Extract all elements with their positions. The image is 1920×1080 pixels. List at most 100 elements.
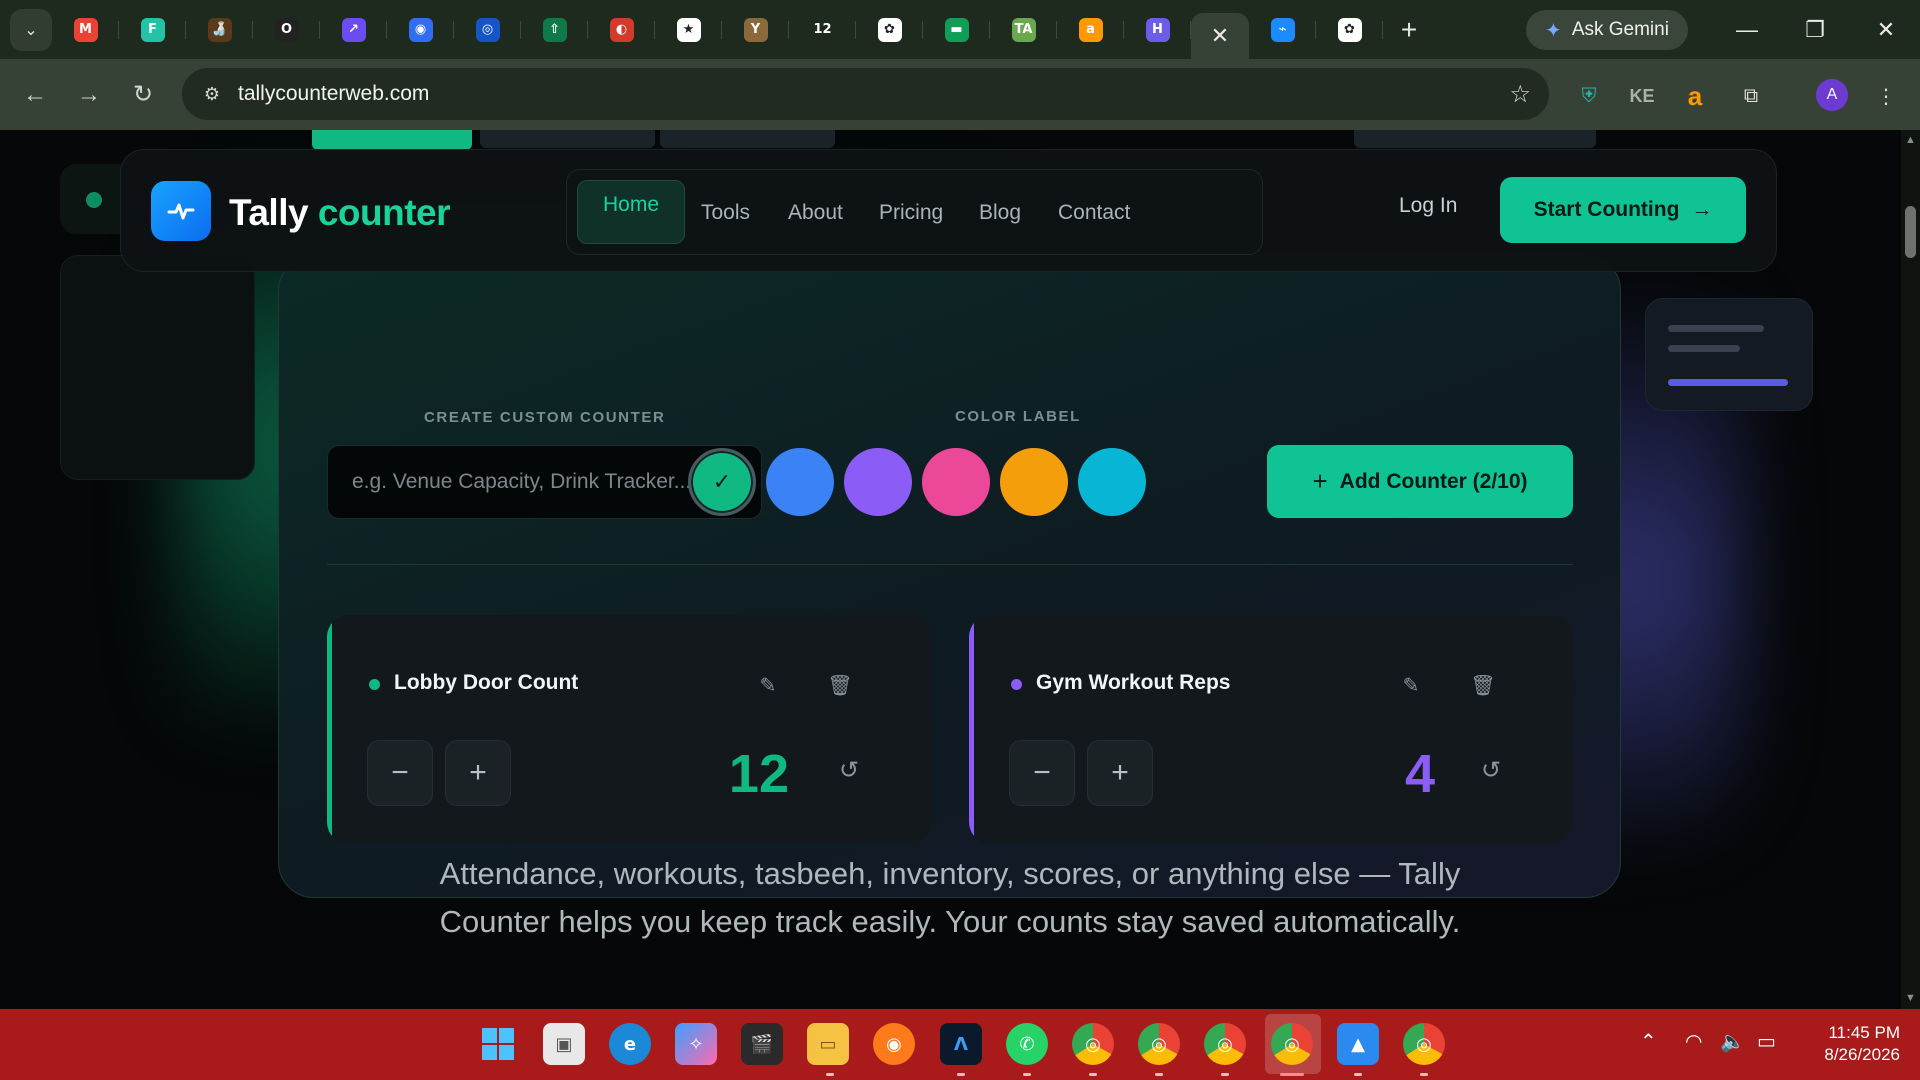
chrome-profile-icon[interactable]: ◎ (1204, 1023, 1246, 1065)
increment-button[interactable]: + (445, 740, 511, 806)
tab-search-button[interactable]: ⌄ (10, 8, 52, 51)
start-counting-button[interactable]: Start Counting → (1500, 177, 1746, 243)
color-swatch[interactable] (1000, 448, 1068, 516)
decrement-button[interactable]: − (367, 740, 433, 806)
chrome-profile-icon[interactable]: ◎ (1403, 1023, 1445, 1065)
add-counter-label: Add Counter (2/10) (1339, 469, 1528, 493)
running-indicator (1023, 1073, 1031, 1076)
profile-avatar[interactable]: A (1816, 79, 1848, 111)
browser-tab[interactable]: ◐ (588, 7, 655, 53)
back-arrow-icon: ← (23, 80, 47, 108)
page-scrollbar[interactable]: ▲ ▼ (1901, 130, 1920, 1009)
windows-start-icon[interactable] (477, 1023, 519, 1065)
reset-icon[interactable]: ↺ (1474, 753, 1508, 787)
browser-tab[interactable]: M (52, 7, 119, 53)
browser-tab[interactable]: ✿ (1316, 7, 1383, 53)
browser-tab[interactable]: 🍶 (186, 7, 253, 53)
nav-contact[interactable]: Contact (1058, 192, 1130, 234)
address-bar[interactable]: ⚙ tallycounterweb.com ☆ (182, 68, 1549, 120)
logo-wordmark[interactable]: Tally counter (229, 192, 451, 234)
browser-tab[interactable]: Y (722, 7, 789, 53)
edit-icon[interactable]: ✎ (751, 668, 785, 702)
file-explorer-icon[interactable]: ▭ (807, 1023, 849, 1065)
reload-button[interactable]: ↻ (116, 68, 170, 122)
browser-tab[interactable]: ▬ (923, 7, 990, 53)
task-view-icon[interactable]: ▣ (543, 1023, 585, 1065)
color-swatch[interactable]: ✓ (688, 448, 756, 516)
chevron-up-icon[interactable]: ⌃ (1640, 1029, 1657, 1054)
close-window-button[interactable]: ✕ (1852, 0, 1920, 59)
ask-gemini-button[interactable]: ✦ Ask Gemini (1526, 10, 1688, 50)
login-link[interactable]: Log In (1399, 194, 1457, 218)
color-swatch[interactable] (1078, 448, 1146, 516)
copilot-icon[interactable]: ✧ (675, 1023, 717, 1065)
browser-tab[interactable]: ◎ (454, 7, 521, 53)
trash-icon[interactable]: 🗑 (1466, 668, 1500, 702)
volume-icon[interactable]: 🔈 (1720, 1029, 1745, 1054)
photos-icon[interactable]: ▲ (1337, 1023, 1379, 1065)
browser-tab[interactable]: ✿ (856, 7, 923, 53)
nav-about[interactable]: About (788, 192, 843, 234)
openai-icon: ✿ (877, 17, 902, 42)
chrome-profile-icon[interactable]: ◎ (1138, 1023, 1180, 1065)
browser-tab[interactable]: ⌁ (1249, 7, 1316, 53)
back-button[interactable]: ← (8, 68, 62, 122)
browser-tab[interactable]: ★ (655, 7, 722, 53)
ask-gemini-label: Ask Gemini (1571, 19, 1669, 40)
reset-icon[interactable]: ↺ (832, 753, 866, 787)
amazon-extension-icon[interactable]: a (1677, 78, 1713, 114)
ta-icon: TA (1011, 17, 1036, 42)
decrement-button[interactable]: − (1009, 740, 1075, 806)
whatsapp-icon[interactable]: ✆ (1006, 1023, 1048, 1065)
pulse-logo-icon[interactable] (151, 181, 211, 241)
scroll-up-icon[interactable]: ▲ (1901, 134, 1920, 146)
color-swatch[interactable] (766, 448, 834, 516)
edge-icon[interactable]: e (609, 1023, 651, 1065)
counter-card: Gym Workout Reps ✎ 🗑 − + 4 ↺ (969, 615, 1573, 844)
plus-icon: + (469, 756, 487, 789)
a-app-icon[interactable]: Λ (940, 1023, 982, 1065)
nav-pricing[interactable]: Pricing (879, 192, 943, 234)
shield-extension-icon[interactable]: ⛨ (1571, 78, 1607, 114)
add-counter-button[interactable]: + Add Counter (2/10) (1267, 445, 1573, 518)
browser-tab[interactable]: a (1057, 7, 1124, 53)
increment-button[interactable]: + (1087, 740, 1153, 806)
ke-extension-icon[interactable]: KE (1624, 78, 1660, 114)
edit-icon[interactable]: ✎ (1394, 668, 1428, 702)
browser-tab[interactable]: H (1124, 7, 1191, 53)
browser-tab[interactable]: F (119, 7, 186, 53)
wifi-icon[interactable]: ◠ (1685, 1029, 1702, 1054)
bookmark-star-icon[interactable]: ☆ (1509, 80, 1531, 109)
firefox-icon[interactable]: ◉ (873, 1023, 915, 1065)
color-swatch[interactable] (844, 448, 912, 516)
browser-tab[interactable]: 12 (789, 7, 856, 53)
trash-icon[interactable]: 🗑 (823, 668, 857, 702)
restore-icon: ❐ (1805, 16, 1825, 42)
minimize-button[interactable]: — (1713, 0, 1781, 59)
url-text[interactable]: tallycounterweb.com (238, 82, 429, 106)
puzzle-extensions-icon[interactable]: ⧉ (1733, 78, 1769, 114)
browser-tab[interactable]: O (253, 7, 320, 53)
browser-tab[interactable]: ↗ (320, 7, 387, 53)
browser-tab[interactable]: ◉ (387, 7, 454, 53)
nav-home[interactable]: Home (577, 180, 685, 244)
system-clock[interactable]: 11:45 PM 8/26/2026 (1800, 1022, 1900, 1066)
browser-tab[interactable]: TA (990, 7, 1057, 53)
browser-tab[interactable]: ⇧ (521, 7, 588, 53)
forward-button[interactable]: → (62, 68, 116, 122)
scroll-down-icon[interactable]: ▼ (1901, 992, 1920, 1004)
kebab-menu-icon[interactable]: ⋮ (1868, 78, 1904, 114)
active-tab[interactable]: ✕ (1191, 13, 1249, 59)
new-tab-button[interactable]: + (1383, 7, 1435, 53)
scroll-thumb[interactable] (1905, 206, 1916, 258)
chrome-active-icon[interactable]: ◎ (1271, 1023, 1313, 1065)
color-swatch[interactable] (922, 448, 990, 516)
close-icon[interactable]: ✕ (1211, 23, 1229, 49)
clipchamp-icon[interactable]: 🎬 (741, 1023, 783, 1065)
chrome-profile-icon[interactable]: ◎ (1072, 1023, 1114, 1065)
battery-icon[interactable]: ▭ (1757, 1029, 1776, 1054)
site-info-icon[interactable]: ⚙ (192, 84, 232, 105)
nav-tools[interactable]: Tools (701, 192, 750, 234)
restore-button[interactable]: ❐ (1781, 0, 1849, 59)
nav-blog[interactable]: Blog (979, 192, 1021, 234)
